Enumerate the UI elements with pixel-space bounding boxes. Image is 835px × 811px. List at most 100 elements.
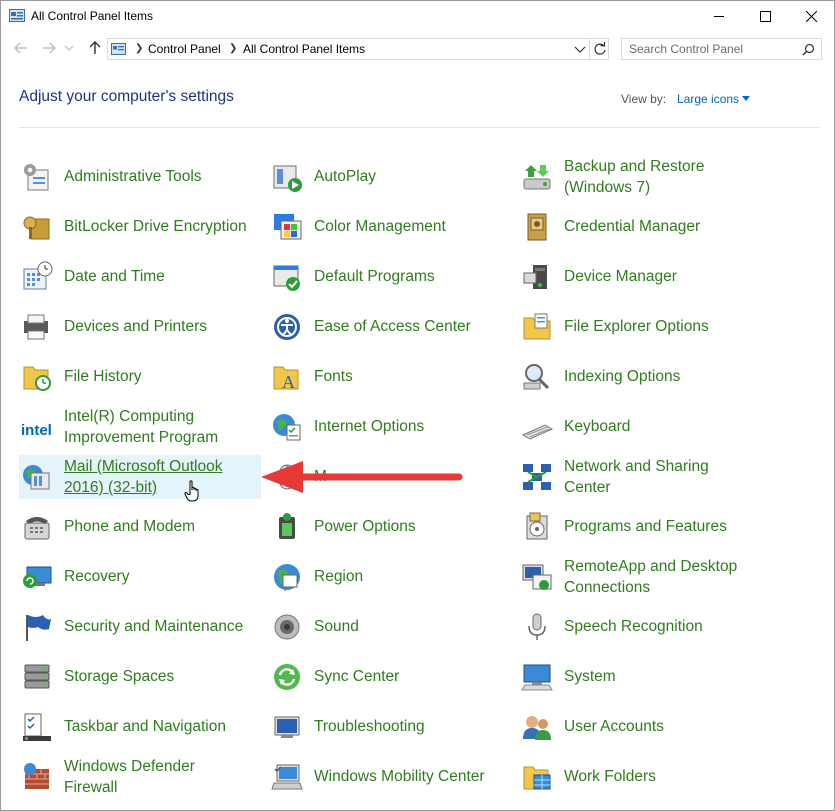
control-panel-item-windows-mobility-center[interactable]: Windows Mobility Center	[269, 755, 511, 799]
forward-arrow-icon[interactable]	[41, 40, 57, 56]
item-label[interactable]: User Accounts	[564, 716, 664, 737]
control-panel-item-user-accounts[interactable]: User Accounts	[519, 705, 761, 749]
control-panel-item-taskbar-and-navigation[interactable]: Taskbar and Navigation	[19, 705, 261, 749]
control-panel-item-sync-center[interactable]: Sync Center	[269, 655, 511, 699]
item-label[interactable]: Intel(R) Computing Improvement Program	[64, 406, 218, 448]
item-label[interactable]: Power Options	[314, 516, 416, 537]
recent-locations-chevron-icon[interactable]	[64, 40, 74, 56]
item-label[interactable]: Security and Maintenance	[64, 616, 243, 637]
maximize-button[interactable]	[742, 1, 788, 32]
control-panel-item-speech-recognition[interactable]: Speech Recognition	[519, 605, 761, 649]
control-panel-item-indexing-options[interactable]: Indexing Options	[519, 355, 761, 399]
item-label[interactable]: BitLocker Drive Encryption	[64, 216, 247, 237]
network-sharing-icon	[523, 464, 551, 490]
control-panel-item-autoplay[interactable]: AutoPlay	[269, 155, 511, 199]
breadcrumb-all-items[interactable]: All Control Panel Items	[243, 42, 365, 56]
item-label[interactable]: File Explorer Options	[564, 316, 709, 337]
control-panel-item-storage-spaces[interactable]: Storage Spaces	[19, 655, 261, 699]
item-label[interactable]: Region	[314, 566, 363, 587]
item-label[interactable]: Windows Defender Firewall	[64, 756, 195, 798]
breadcrumb-separator-icon[interactable]: ❯	[229, 43, 237, 54]
item-label[interactable]: Programs and Features	[564, 516, 727, 537]
control-panel-item-system[interactable]: System	[519, 655, 761, 699]
item-label[interactable]: Sync Center	[314, 666, 399, 687]
region-icon	[274, 564, 300, 591]
control-panel-item-phone-and-modem[interactable]: Phone and Modem	[19, 505, 261, 549]
item-label[interactable]: Indexing Options	[564, 366, 680, 387]
item-label[interactable]: Device Manager	[564, 266, 677, 287]
search-icon[interactable]	[802, 43, 815, 56]
breadcrumb-control-panel[interactable]: Control Panel	[148, 42, 221, 56]
item-label[interactable]: Speech Recognition	[564, 616, 703, 637]
refresh-button[interactable]	[589, 39, 610, 59]
control-panel-item-security-and-maintenance[interactable]: Security and Maintenance	[19, 605, 261, 649]
item-label[interactable]: Network and Sharing Center	[564, 456, 709, 498]
item-label[interactable]: Backup and Restore (Windows 7)	[564, 156, 704, 198]
item-label[interactable]: Ease of Access Center	[314, 316, 471, 337]
control-panel-item-date-and-time[interactable]: Date and Time	[19, 255, 261, 299]
item-label[interactable]: Taskbar and Navigation	[64, 716, 226, 737]
item-label[interactable]: Administrative Tools	[64, 166, 202, 187]
item-label[interactable]: System	[564, 666, 616, 687]
item-label[interactable]: RemoteApp and Desktop Connections	[564, 556, 737, 598]
view-by-caret-icon[interactable]	[742, 96, 750, 101]
control-panel-item-mail-microsoft-outlook-2016-32-bit[interactable]: Mail (Microsoft Outlook 2016) (32-bit)	[19, 455, 261, 499]
control-panel-item-remoteapp-and-desktop-connections[interactable]: RemoteApp and Desktop Connections	[519, 555, 761, 599]
storage-spaces-icon	[24, 664, 50, 689]
item-label[interactable]: Fonts	[314, 366, 353, 387]
item-label[interactable]: File History	[64, 366, 142, 387]
control-panel-item-device-manager[interactable]: Device Manager	[519, 255, 761, 299]
control-panel-item-sound[interactable]: Sound	[269, 605, 511, 649]
control-panel-item-color-management[interactable]: Color Management	[269, 205, 511, 249]
item-label[interactable]: Default Programs	[314, 266, 435, 287]
control-panel-item-default-programs[interactable]: Default Programs	[269, 255, 511, 299]
item-label-line: Sound	[314, 618, 359, 635]
item-label[interactable]: Recovery	[64, 566, 129, 587]
item-label[interactable]: AutoPlay	[314, 166, 376, 187]
control-panel-item-ease-of-access-center[interactable]: Ease of Access Center	[269, 305, 511, 349]
title-bar[interactable]: All Control Panel Items	[1, 1, 834, 32]
control-panel-item-recovery[interactable]: Recovery	[19, 555, 261, 599]
minimize-button[interactable]	[696, 1, 742, 32]
item-label[interactable]: Internet Options	[314, 416, 424, 437]
address-dropdown-chevron-icon[interactable]	[572, 42, 588, 57]
control-panel-item-file-history[interactable]: File History	[19, 355, 261, 399]
item-label[interactable]: Date and Time	[64, 266, 165, 287]
item-label[interactable]: Keyboard	[564, 416, 630, 437]
control-panel-item-credential-manager[interactable]: Credential Manager	[519, 205, 761, 249]
item-label[interactable]: Credential Manager	[564, 216, 700, 237]
control-panel-item-power-options[interactable]: Power Options	[269, 505, 511, 549]
control-panel-item-administrative-tools[interactable]: Administrative Tools	[19, 155, 261, 199]
control-panel-item-troubleshooting[interactable]: Troubleshooting	[269, 705, 511, 749]
item-label[interactable]: Phone and Modem	[64, 516, 195, 537]
control-panel-item-keyboard[interactable]: Keyboard	[519, 405, 761, 449]
control-panel-item-programs-and-features[interactable]: Programs and Features	[519, 505, 761, 549]
control-panel-item-windows-defender-firewall[interactable]: Windows Defender Firewall	[19, 755, 261, 799]
item-label[interactable]: Windows Mobility Center	[314, 766, 485, 787]
item-label-line: Improvement Program	[64, 429, 219, 446]
control-panel-item-network-and-sharing-center[interactable]: Network and Sharing Center	[519, 455, 761, 499]
control-panel-item-work-folders[interactable]: Work Folders	[519, 755, 761, 799]
item-label[interactable]: Sound	[314, 616, 359, 637]
control-panel-item-intel-r-computing-improvement-program[interactable]: intel Intel(R) Computing Improvement Progr…	[19, 405, 261, 449]
control-panel-item-bitlocker-drive-encryption[interactable]: BitLocker Drive Encryption	[19, 205, 261, 249]
control-panel-item-devices-and-printers[interactable]: Devices and Printers	[19, 305, 261, 349]
view-by-dropdown[interactable]: Large icons	[677, 92, 739, 106]
control-panel-item-region[interactable]: Region	[269, 555, 511, 599]
item-label[interactable]: Storage Spaces	[64, 666, 174, 687]
item-label[interactable]: Work Folders	[564, 766, 656, 787]
search-box[interactable]	[621, 38, 822, 60]
address-bar[interactable]: ❯ Control Panel ❯ All Control Panel Item…	[107, 38, 609, 60]
up-arrow-icon[interactable]	[87, 40, 103, 56]
back-arrow-icon[interactable]	[13, 40, 29, 56]
control-panel-item-internet-options[interactable]: Internet Options	[269, 405, 511, 449]
breadcrumb-separator-icon[interactable]: ❯	[135, 43, 143, 54]
search-input[interactable]	[622, 39, 804, 59]
item-label[interactable]: Troubleshooting	[314, 716, 425, 737]
control-panel-item-backup-and-restore-windows-7[interactable]: Backup and Restore (Windows 7)	[519, 155, 761, 199]
control-panel-item-fonts[interactable]: A Fonts	[269, 355, 511, 399]
item-label[interactable]: Devices and Printers	[64, 316, 207, 337]
control-panel-item-file-explorer-options[interactable]: File Explorer Options	[519, 305, 761, 349]
close-button[interactable]	[788, 1, 834, 32]
item-label[interactable]: Color Management	[314, 216, 446, 237]
